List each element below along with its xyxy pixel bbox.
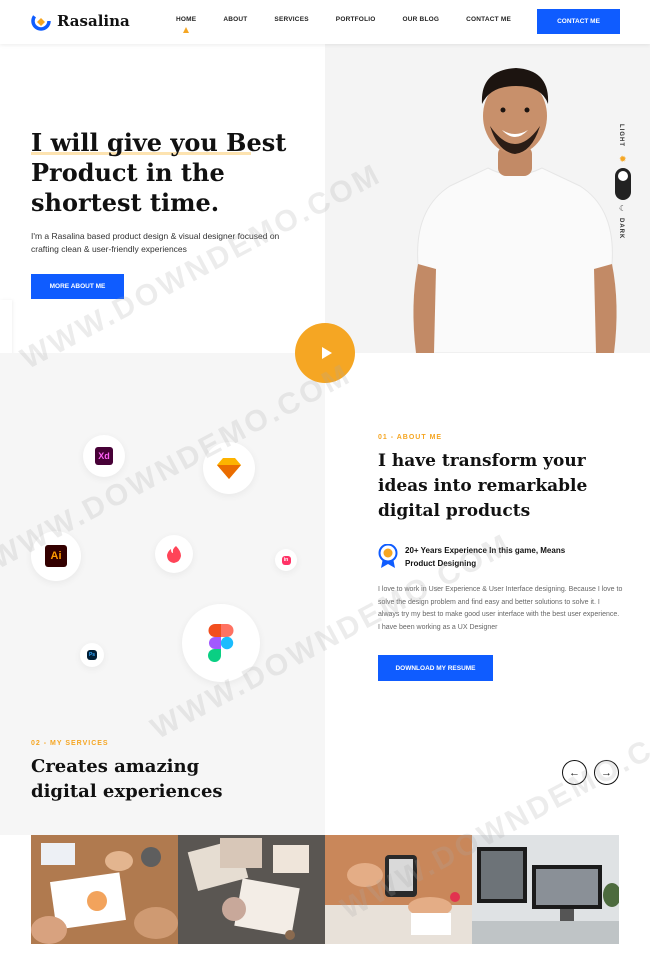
- services-title: Creates amazing digital experiences: [31, 756, 223, 802]
- nav-portfolio[interactable]: PORTFOLIO: [336, 16, 376, 23]
- theme-toggle[interactable]: [615, 168, 631, 200]
- illustrator-icon-bubble: Ai: [31, 531, 81, 581]
- about-eyebrow: 01 - ABOUT ME: [378, 434, 443, 441]
- download-resume-button[interactable]: DOWNLOAD MY RESUME: [378, 655, 493, 681]
- tinder-icon-bubble: [155, 535, 193, 573]
- services-gallery: [31, 835, 619, 944]
- prev-arrow-icon[interactable]: ←: [562, 760, 587, 785]
- sun-icon: ✹: [619, 154, 627, 164]
- hero-portrait-image: [413, 68, 617, 353]
- gallery-image-sketches[interactable]: [178, 835, 325, 944]
- experience-text: 20+ Years Experience In this game, Means…: [405, 546, 566, 568]
- sketch-icon: [217, 458, 241, 479]
- hero-description: I'm a Rasalina based product design & vi…: [31, 231, 280, 254]
- award-icon: [378, 544, 398, 568]
- nav-contact[interactable]: CONTACT ME: [466, 16, 511, 23]
- experience-badge: 20+ Years Experience In this game, Means…: [378, 544, 575, 570]
- moon-icon: ☾: [619, 204, 627, 213]
- about-description: I love to work in User Experience & User…: [378, 586, 623, 631]
- figma-icon-bubble: [182, 604, 260, 682]
- nav-blog[interactable]: OUR BLOG: [403, 16, 440, 23]
- figma-icon: [208, 624, 234, 662]
- hero-title: I will give you Best Product in the shor…: [31, 128, 287, 217]
- page-bottom-spacer: [0, 944, 650, 974]
- logo-icon: [31, 11, 51, 31]
- photoshop-icon-bubble: Ps: [80, 643, 104, 667]
- play-video-button[interactable]: [295, 323, 355, 383]
- about-title: I have transform your ideas into remarka…: [378, 451, 588, 521]
- photoshop-icon: Ps: [87, 650, 97, 660]
- tinder-icon: [167, 545, 181, 563]
- gallery-image-monitors[interactable]: [472, 835, 619, 944]
- site-header: Rasalina HOME ABOUT SERVICES PORTFOLIO O…: [0, 0, 650, 44]
- theme-dark-label: DARK: [618, 218, 624, 240]
- gallery-image-meeting[interactable]: [31, 835, 178, 944]
- xd-icon-bubble: Xd: [83, 435, 125, 477]
- xd-icon: Xd: [95, 447, 113, 465]
- logo-text: Rasalina: [57, 12, 130, 30]
- services-eyebrow: 02 - MY SERVICES: [31, 740, 109, 747]
- invision-icon-bubble: in: [275, 549, 297, 571]
- illustrator-icon: Ai: [45, 545, 67, 567]
- theme-switcher[interactable]: LIGHT ✹ ☾ DARK: [614, 124, 632, 244]
- invision-icon: in: [281, 555, 291, 565]
- next-arrow-icon[interactable]: →: [594, 760, 619, 785]
- theme-light-label: LIGHT: [618, 124, 624, 147]
- sketch-icon-bubble: [203, 442, 255, 494]
- nav-services[interactable]: SERVICES: [274, 16, 308, 23]
- main-nav: HOME ABOUT SERVICES PORTFOLIO OUR BLOG C…: [176, 16, 538, 33]
- gallery-image-workspace[interactable]: [325, 835, 472, 944]
- logo[interactable]: Rasalina: [31, 11, 130, 31]
- contact-me-button[interactable]: CONTACT ME: [537, 9, 620, 34]
- nav-about[interactable]: ABOUT: [223, 16, 247, 23]
- nav-home[interactable]: HOME: [176, 16, 196, 33]
- more-about-me-button[interactable]: MORE ABOUT ME: [31, 274, 124, 299]
